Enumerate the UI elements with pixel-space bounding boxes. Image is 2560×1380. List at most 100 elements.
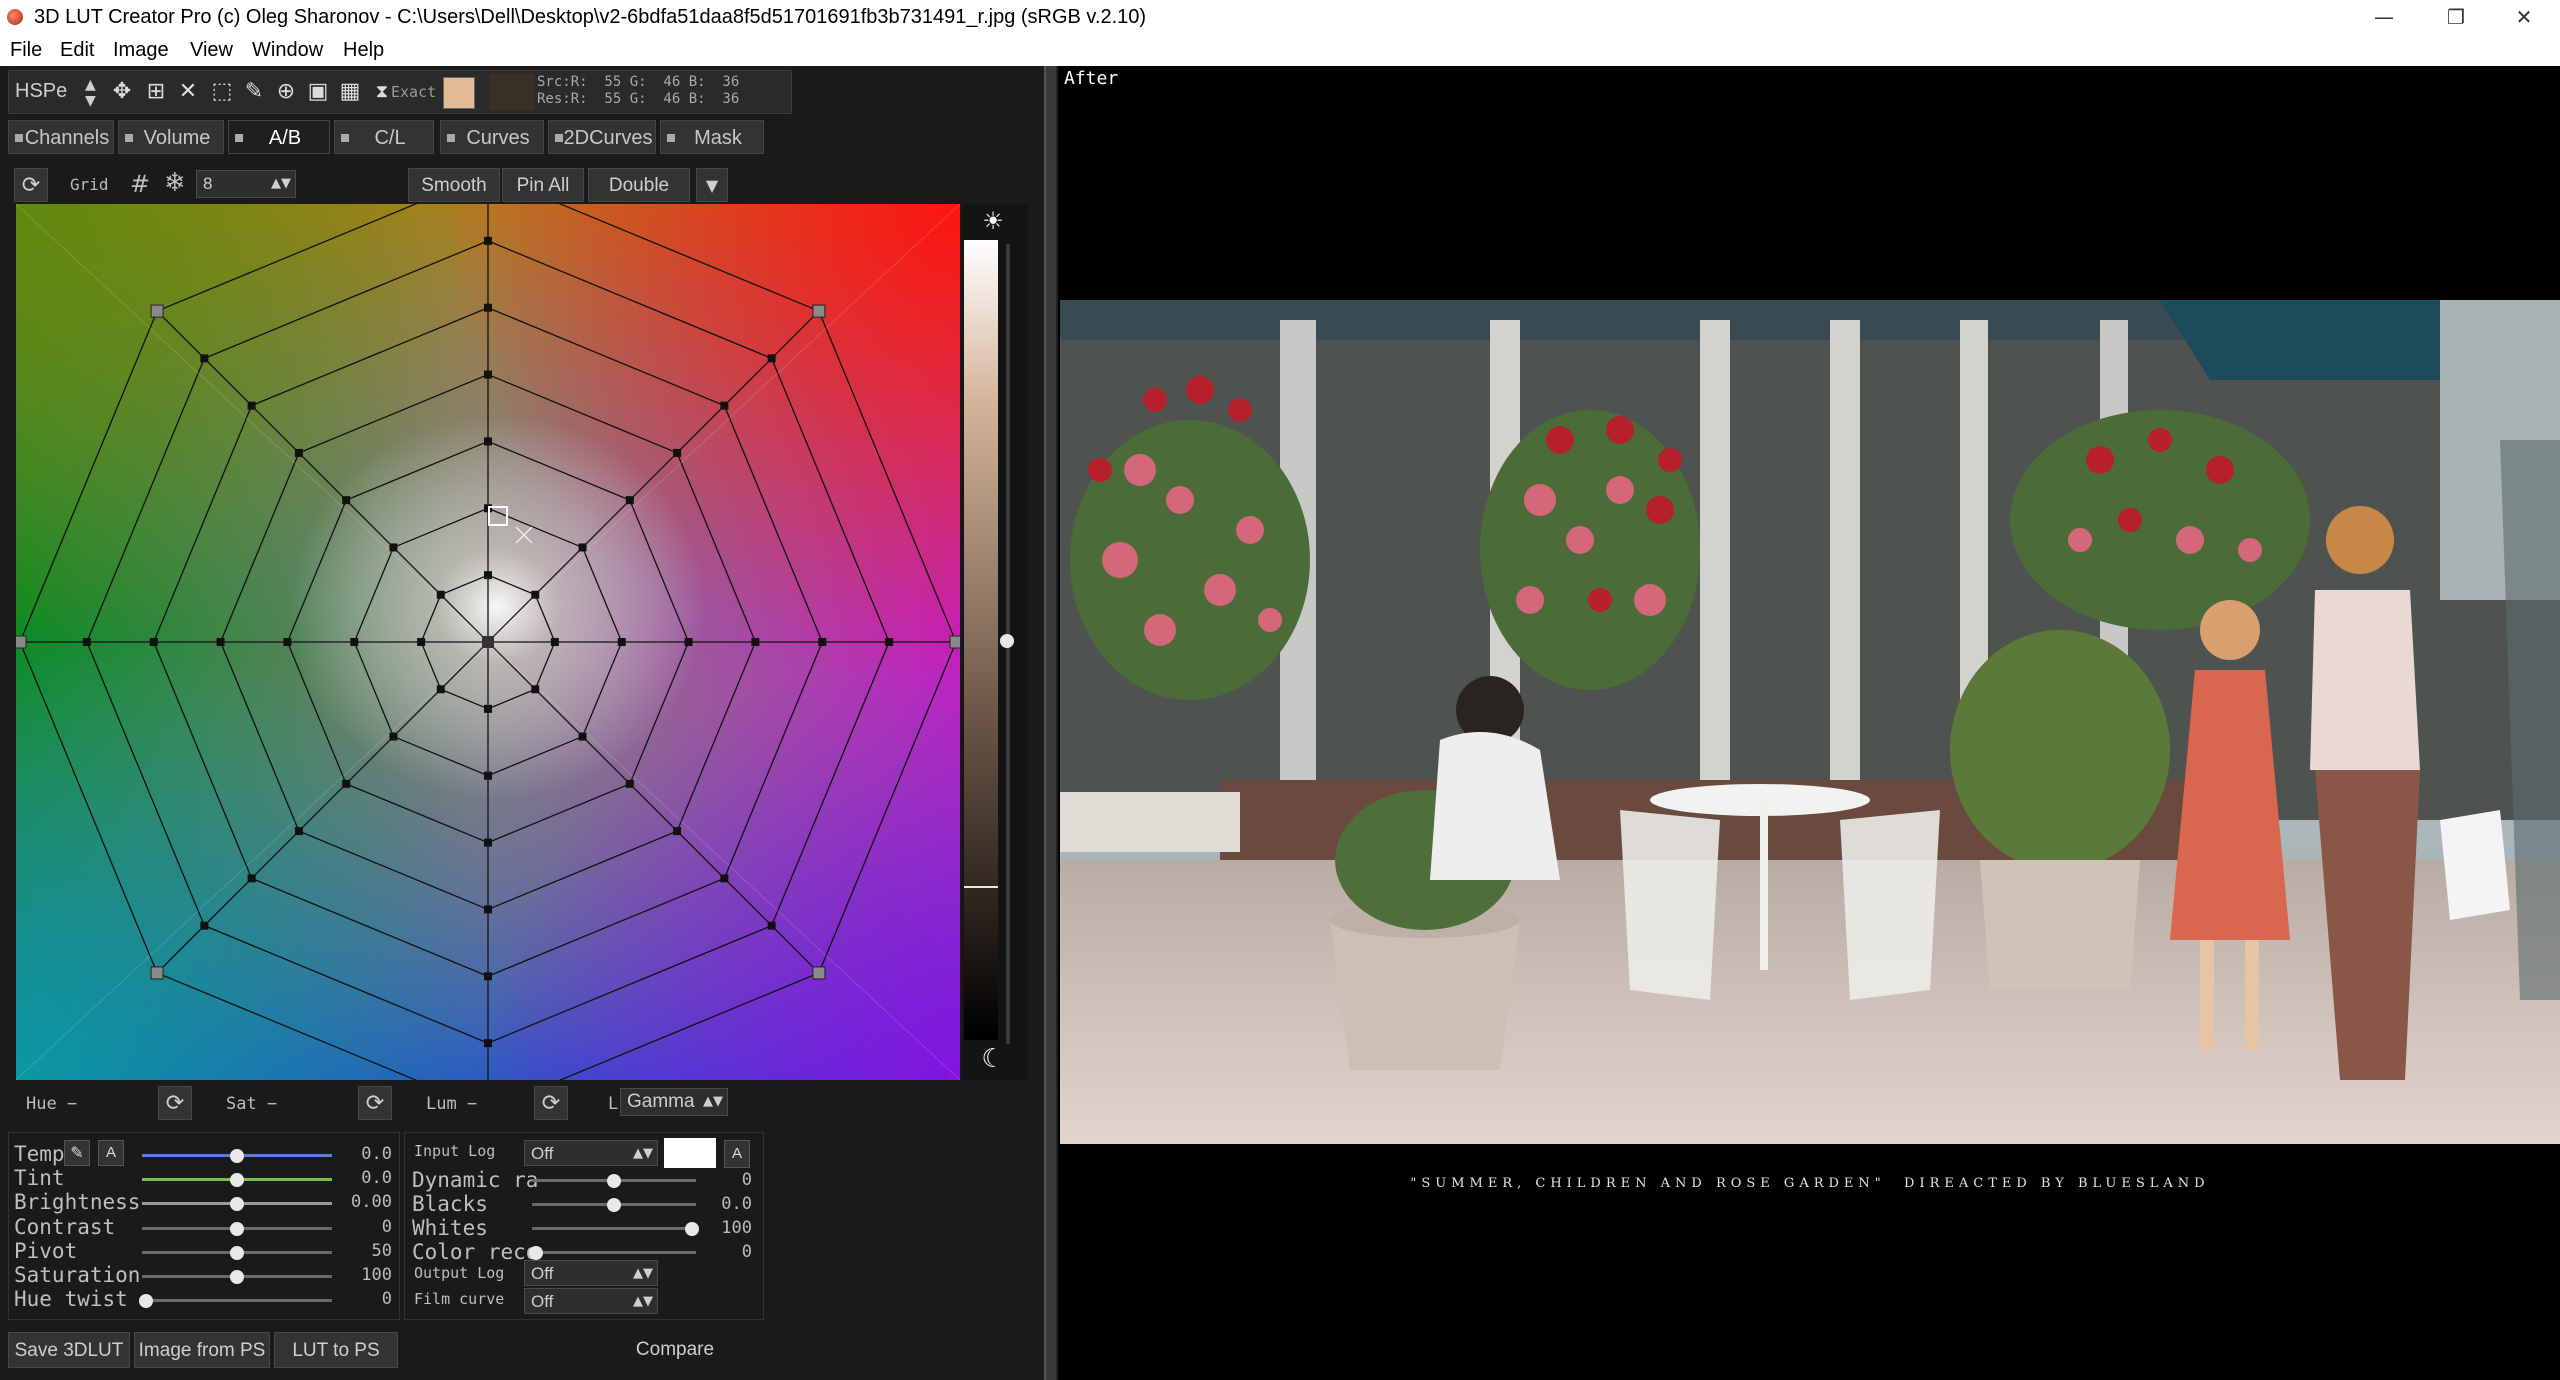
double-button[interactable]: Double xyxy=(588,168,690,202)
slider-knob[interactable] xyxy=(230,1222,244,1236)
slider-knob[interactable] xyxy=(138,1294,153,1308)
sun-icon[interactable]: ☀ xyxy=(976,206,1010,236)
reset-sat-button[interactable]: ⟳ xyxy=(358,1086,392,1120)
whites-track[interactable] xyxy=(532,1227,696,1230)
color-recovery-value: 0 xyxy=(741,1242,752,1262)
minimize-button[interactable]: — xyxy=(2348,0,2420,34)
color-wheel-svg[interactable] xyxy=(13,167,963,1117)
sat-label: Sat − xyxy=(226,1094,278,1114)
menu-edit[interactable]: Edit xyxy=(60,34,94,66)
mesh-node xyxy=(625,496,634,505)
moon-icon[interactable]: ☾ xyxy=(976,1044,1010,1074)
smooth-button[interactable]: Smooth xyxy=(408,168,500,202)
tab-channels[interactable]: Channels xyxy=(8,120,114,154)
tab-cl[interactable]: C/L xyxy=(334,120,434,154)
slider-value: 0 xyxy=(381,1289,392,1309)
menu-help[interactable]: Help xyxy=(343,34,384,66)
mesh-node xyxy=(484,704,492,713)
luminance-strip: ☀ ☾ xyxy=(962,204,1028,1080)
output-log-select[interactable]: Off ▲▼ xyxy=(524,1260,658,1286)
film-curve-select[interactable]: Off ▲▼ xyxy=(524,1288,658,1314)
tab-2dcurves[interactable]: 2DCurves xyxy=(548,120,656,154)
dynamic-range-value: 0 xyxy=(741,1170,752,1190)
color-recovery-knob[interactable] xyxy=(529,1246,543,1260)
mesh-node xyxy=(436,685,445,694)
mesh-node xyxy=(247,401,256,410)
tab-mask[interactable]: Mask xyxy=(660,120,764,154)
slider-knob[interactable] xyxy=(230,1149,244,1163)
mesh-node xyxy=(82,638,91,646)
blacks-label: Blacks xyxy=(412,1192,488,1216)
expand-icon[interactable]: ⊞ xyxy=(143,79,169,105)
dynamic-range-label: Dynamic ra xyxy=(412,1168,539,1192)
grid-view-icon[interactable]: ▦ xyxy=(337,79,363,105)
color-swatch[interactable] xyxy=(443,77,475,109)
compare-button[interactable]: Compare xyxy=(600,1336,750,1364)
mesh-node xyxy=(200,921,209,930)
mesh-node xyxy=(531,590,540,599)
slider-knob[interactable] xyxy=(230,1173,244,1187)
panel-splitter[interactable] xyxy=(1044,66,1058,1380)
mode-select[interactable]: HSPe xyxy=(15,80,67,103)
grid-radial-icon[interactable]: ❄ xyxy=(164,168,186,198)
eyedropper-icon[interactable]: ✎ xyxy=(241,79,267,105)
reset-grid-button[interactable]: ⟳ xyxy=(14,168,48,202)
mesh-node xyxy=(625,779,634,788)
fit-icon[interactable]: ▣ xyxy=(305,79,331,105)
image-from-ps-button[interactable]: Image from PS xyxy=(134,1332,270,1368)
mesh-node xyxy=(342,496,351,505)
mesh-node xyxy=(200,354,209,363)
reset-lum-button[interactable]: ⟳ xyxy=(534,1086,568,1120)
grid-square-icon[interactable]: # xyxy=(130,170,150,198)
mesh-node xyxy=(342,779,351,788)
mesh-node xyxy=(484,571,492,580)
blacks-knob[interactable] xyxy=(607,1198,621,1212)
mesh-node xyxy=(578,732,587,741)
auto-wb-button[interactable]: A xyxy=(98,1140,124,1166)
grid-options-dropdown[interactable]: ▼ xyxy=(696,168,728,202)
contract-icon[interactable]: ✕ xyxy=(175,79,201,105)
move-icon[interactable]: ✥ xyxy=(109,79,135,105)
slider-knob[interactable] xyxy=(230,1246,244,1260)
slider-label: Tint xyxy=(14,1166,65,1190)
color-grid-editor[interactable] xyxy=(13,167,963,1117)
curve-mode-select[interactable]: Gamma ▲▼ xyxy=(620,1088,728,1116)
mesh-node xyxy=(484,972,492,981)
tab-curves[interactable]: Curves xyxy=(440,120,544,154)
reset-hue-button[interactable]: ⟳ xyxy=(158,1086,192,1120)
luminance-slider-knob[interactable] xyxy=(1000,634,1014,648)
maximize-button[interactable]: ❐ xyxy=(2420,0,2492,34)
slider-knob[interactable] xyxy=(230,1197,244,1211)
dynamic-range-knob[interactable] xyxy=(607,1174,621,1188)
menu-file[interactable]: File xyxy=(10,34,42,66)
color-recovery-track[interactable] xyxy=(532,1251,696,1254)
luminance-marker[interactable] xyxy=(964,886,998,888)
menu-window[interactable]: Window xyxy=(252,34,323,66)
white-balance-picker-icon[interactable]: ✎ xyxy=(64,1140,90,1166)
save-3dlut-button[interactable]: Save 3DLUT xyxy=(8,1332,130,1368)
grid-size-stepper[interactable]: 8 ▲▼ xyxy=(196,170,296,198)
mesh-node xyxy=(720,874,729,883)
marquee-icon[interactable]: ⬚ xyxy=(209,79,235,105)
tab-volume[interactable]: Volume xyxy=(118,120,224,154)
tab-ab[interactable]: A/B xyxy=(228,120,330,154)
menu-image[interactable]: Image xyxy=(113,34,169,66)
lut-to-ps-button[interactable]: LUT to PS xyxy=(274,1332,398,1368)
zoom-icon[interactable]: ⊕ xyxy=(273,79,299,105)
slider-knob[interactable] xyxy=(230,1270,244,1284)
exact-toggle[interactable]: Exact xyxy=(391,83,436,101)
input-log-select[interactable]: Off ▲▼ xyxy=(524,1140,658,1166)
whites-label: Whites xyxy=(412,1216,488,1240)
preview-image[interactable] xyxy=(1060,300,2560,1144)
input-log-auto-button[interactable]: A xyxy=(724,1140,750,1168)
input-log-white-swatch[interactable] xyxy=(664,1138,716,1168)
slider-track[interactable] xyxy=(142,1299,332,1302)
whites-knob[interactable] xyxy=(685,1222,699,1236)
pin-all-button[interactable]: Pin All xyxy=(502,168,584,202)
toolbar: HSPe ▲ ▼ ✥ ⊞ ✕ ⬚ ✎ ⊕ ▣ ▦ ⧗ Exact Src:R: 5… xyxy=(8,70,792,114)
slider-label: Saturation xyxy=(14,1263,141,1287)
mode-spin-icon[interactable]: ▲ ▼ xyxy=(85,77,96,109)
menu-view[interactable]: View xyxy=(190,34,233,66)
close-button[interactable]: ✕ xyxy=(2488,0,2560,34)
mesh-node xyxy=(417,638,426,646)
